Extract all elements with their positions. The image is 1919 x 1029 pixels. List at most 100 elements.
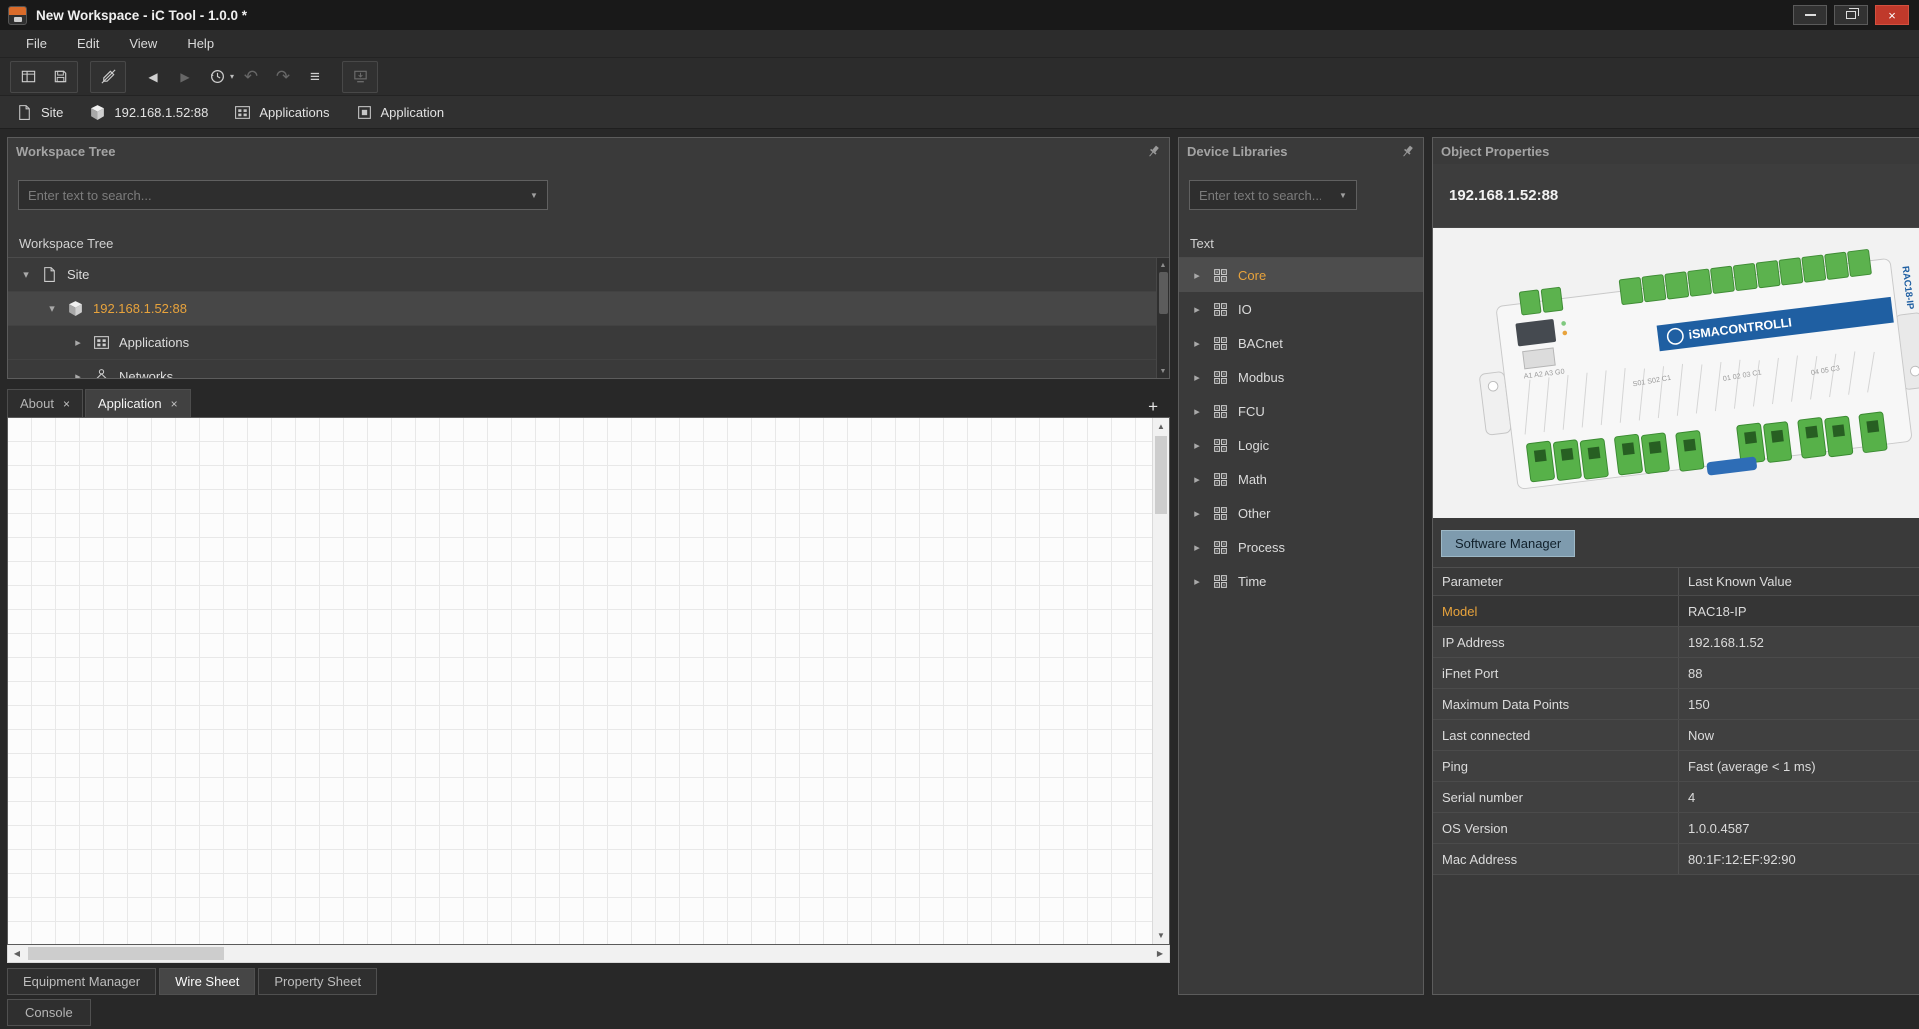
library-item-logic[interactable]: ▸ Logic [1179,428,1423,462]
list-button[interactable]: ≡ [300,64,330,90]
scroll-left-icon[interactable]: ◀ [8,945,26,962]
software-manager-button[interactable]: Software Manager [1441,530,1575,557]
expand-icon[interactable]: ▸ [72,370,84,378]
library-item-other[interactable]: ▸ Other [1179,496,1423,530]
history-caret-icon[interactable]: ▾ [230,72,234,81]
property-value: RAC18-IP [1679,596,1919,626]
property-row-ip-address[interactable]: IP Address 192.168.1.52 [1433,627,1919,658]
library-item-process[interactable]: ▸ Process [1179,530,1423,564]
library-item-modbus[interactable]: ▸ Modbus [1179,360,1423,394]
property-value: 4 [1679,782,1919,812]
library-item-time[interactable]: ▸ Time [1179,564,1423,598]
tab-application[interactable]: Application × [85,389,191,417]
menu-help[interactable]: Help [175,32,226,55]
close-button[interactable]: × [1875,5,1909,25]
property-row-mac-address[interactable]: Mac Address 80:1F:12:EF:92:90 [1433,844,1919,875]
library-item-io[interactable]: ▸ IO [1179,292,1423,326]
menu-view[interactable]: View [117,32,169,55]
expand-icon[interactable]: ▸ [1191,541,1203,554]
expand-icon[interactable]: ▸ [1191,337,1203,350]
expand-icon[interactable]: ▸ [72,336,84,349]
library-item-fcu[interactable]: ▸ FCU [1179,394,1423,428]
menu-file[interactable]: File [14,32,59,55]
tab-equipment-manager[interactable]: Equipment Manager [7,968,156,995]
add-tab-button[interactable]: + [1142,397,1164,417]
back-button[interactable]: ◀ [138,64,168,90]
library-item-math[interactable]: ▸ Math [1179,462,1423,496]
save-workspace-button[interactable] [45,64,75,90]
console-tab[interactable]: Console [7,999,91,1026]
scrollbar-track[interactable] [26,945,1151,962]
expand-icon[interactable]: ▸ [1191,507,1203,520]
library-search-input[interactable] [1190,188,1330,203]
tab-wire-sheet[interactable]: Wire Sheet [159,968,255,995]
library-list: ▸ Core ▸ IO ▸ BACnet ▸ Modbus [1179,258,1423,994]
tree-scrollbar[interactable]: ▲ ▼ [1156,258,1169,378]
scroll-up-icon[interactable]: ▲ [1153,418,1169,435]
wire-sheet-canvas[interactable]: ▲ ▼ [7,417,1170,945]
tree-node-networks[interactable]: ▸ Networks [8,360,1169,378]
tab-property-sheet[interactable]: Property Sheet [258,968,377,995]
minimize-button[interactable] [1793,5,1827,25]
redo-button[interactable]: ↷ [268,64,298,90]
property-row-ping[interactable]: Ping Fast (average < 1 ms) [1433,751,1919,782]
property-row-model[interactable]: Model RAC18-IP [1433,596,1919,627]
expand-icon[interactable]: ▸ [1191,371,1203,384]
expand-icon[interactable]: ▸ [1191,473,1203,486]
tree-node-applications[interactable]: ▸ Applications [8,326,1169,360]
library-grid-icon [1212,471,1229,488]
column-header-value: Last Known Value [1679,568,1919,595]
chevron-down-icon[interactable]: ▼ [521,191,547,200]
scroll-up-icon[interactable]: ▲ [1157,258,1169,272]
wire-sheet-horizontal-scrollbar[interactable]: ◀ ▶ [7,945,1170,963]
workspace-layout-button[interactable] [13,64,43,90]
selected-device-name: 192.168.1.52:88 [1433,164,1919,228]
property-row-last-connected[interactable]: Last connected Now [1433,720,1919,751]
chevron-down-icon[interactable]: ▼ [1330,191,1356,200]
expand-icon[interactable]: ▸ [1191,405,1203,418]
wire-sheet-vertical-scrollbar[interactable]: ▲ ▼ [1152,418,1169,944]
history-button[interactable] [202,64,232,90]
scrollbar-thumb[interactable] [28,947,224,960]
layout-icon [20,68,37,85]
scrollbar-track[interactable] [1153,435,1169,927]
expand-icon[interactable]: ▸ [1191,303,1203,316]
collapse-icon[interactable]: ▾ [20,268,32,281]
scroll-down-icon[interactable]: ▼ [1153,927,1169,944]
pin-icon[interactable] [1400,144,1415,159]
close-tab-icon[interactable]: × [171,397,178,411]
undo-button[interactable]: ↶ [236,64,266,90]
tab-about[interactable]: About × [7,389,83,417]
menu-edit[interactable]: Edit [65,32,111,55]
scrollbar-thumb[interactable] [1155,436,1167,514]
breadcrumb-device[interactable]: 192.168.1.52:88 [89,104,208,121]
scroll-down-icon[interactable]: ▼ [1157,364,1169,378]
library-item-bacnet[interactable]: ▸ BACnet [1179,326,1423,360]
edit-mode-button[interactable] [93,64,123,90]
close-tab-icon[interactable]: × [63,397,70,411]
breadcrumb-application[interactable]: Application [356,104,445,121]
tree-node-device[interactable]: ▾ 192.168.1.52:88 [8,292,1169,326]
collapse-icon[interactable]: ▾ [46,302,58,315]
library-item-core[interactable]: ▸ Core [1179,258,1423,292]
property-row-os-version[interactable]: OS Version 1.0.0.4587 [1433,813,1919,844]
breadcrumb-applications[interactable]: Applications [234,104,329,121]
maximize-button[interactable] [1834,5,1868,25]
tree-node-site[interactable]: ▾ Site [8,258,1169,292]
forward-button[interactable]: ▶ [170,64,200,90]
scrollbar-thumb[interactable] [1159,272,1168,314]
property-row-max-data-points[interactable]: Maximum Data Points 150 [1433,689,1919,720]
deploy-button[interactable] [345,64,375,90]
expand-icon[interactable]: ▸ [1191,575,1203,588]
property-row-serial-number[interactable]: Serial number 4 [1433,782,1919,813]
property-row-ifnet-port[interactable]: iFnet Port 88 [1433,658,1919,689]
property-value: 1.0.0.4587 [1679,813,1919,843]
tree-search-input[interactable] [19,188,521,203]
expand-icon[interactable]: ▸ [1191,439,1203,452]
breadcrumb-site[interactable]: Site [16,104,63,121]
pin-icon[interactable] [1146,144,1161,159]
scroll-right-icon[interactable]: ▶ [1151,945,1169,962]
library-grid-icon [1212,505,1229,522]
library-grid-icon [1212,369,1229,386]
expand-icon[interactable]: ▸ [1191,269,1203,282]
